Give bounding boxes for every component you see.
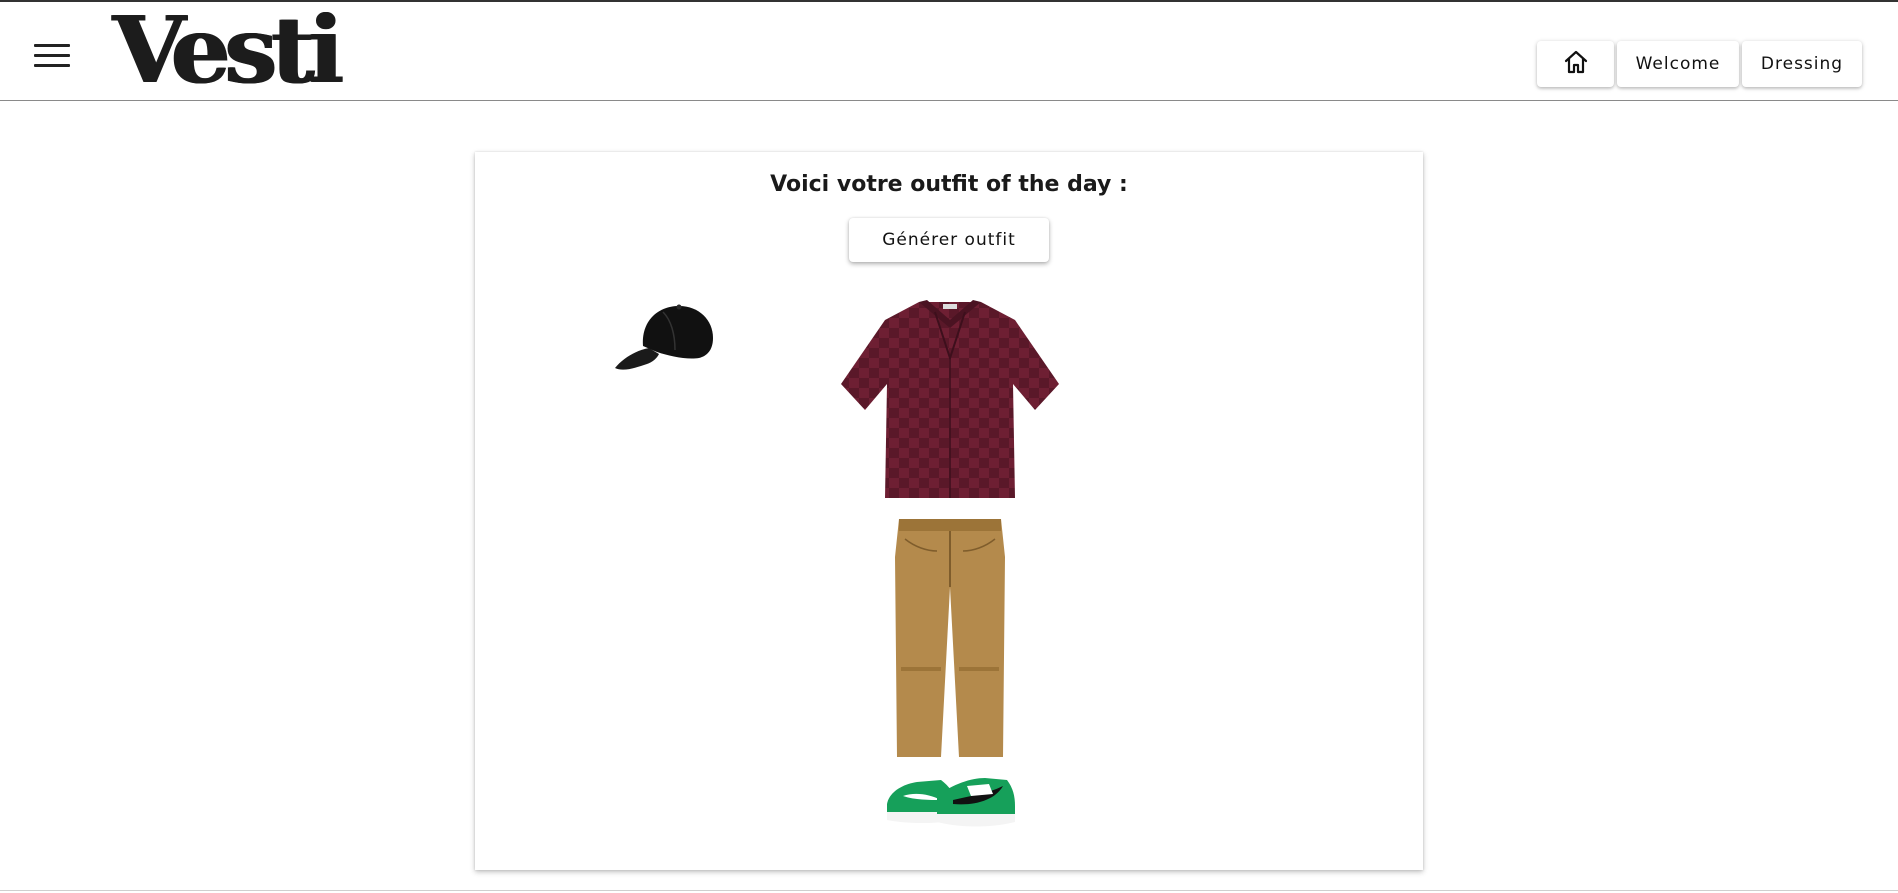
cap-image <box>613 300 717 376</box>
welcome-button[interactable]: Welcome <box>1617 41 1739 87</box>
menu-line <box>34 44 70 47</box>
app-header: Vesti Welcome Dressing <box>0 2 1898 101</box>
outfit-title: Voici votre outfit of the day : <box>770 172 1128 197</box>
sneakers-image <box>883 770 1017 828</box>
dressing-button[interactable]: Dressing <box>1742 41 1862 87</box>
home-button[interactable] <box>1537 41 1614 87</box>
page-bottom-border <box>0 890 1898 891</box>
hamburger-menu-icon[interactable] <box>34 44 72 72</box>
generate-outfit-button[interactable]: Générer outfit <box>849 218 1049 262</box>
home-icon <box>1563 50 1589 79</box>
logo[interactable]: Vesti <box>112 4 343 96</box>
shirt-image <box>839 298 1061 500</box>
menu-line <box>34 54 70 57</box>
pants-image <box>893 517 1007 760</box>
outfit-card: Voici votre outfit of the day : Générer … <box>475 152 1423 870</box>
menu-line <box>34 64 70 67</box>
